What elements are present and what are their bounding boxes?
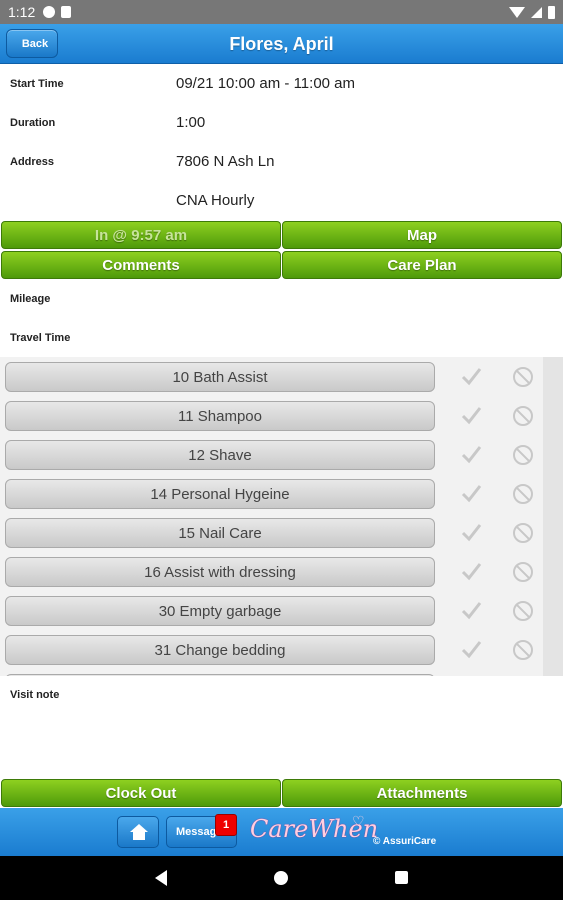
refused-icon[interactable] [513, 406, 533, 426]
visit-note-label: Visit note [10, 689, 60, 701]
task-button[interactable]: 16 Assist with dressing [5, 557, 435, 587]
start-time-label: Start Time [10, 78, 64, 90]
refused-icon[interactable] [513, 445, 533, 465]
service-type-value: CNA Hourly [176, 192, 255, 209]
status-icons [509, 5, 555, 19]
status-bar: 1:12 [0, 0, 563, 24]
check-icon[interactable] [460, 560, 482, 582]
task-button[interactable]: 10 Bath Assist [5, 362, 435, 392]
check-icon[interactable] [460, 365, 482, 387]
task-button-partial[interactable] [5, 674, 435, 676]
app-screen: 1:12 Flores, April Back Start Time 09/21… [0, 0, 563, 900]
page-title: Flores, April [229, 34, 334, 54]
refused-icon[interactable] [513, 601, 533, 621]
signal-icon [531, 6, 542, 18]
home-icon [130, 824, 148, 832]
check-icon[interactable] [460, 404, 482, 426]
address-label: Address [10, 156, 55, 168]
task-button[interactable]: 12 Shave [5, 440, 435, 470]
task-list-scrollbar[interactable] [543, 357, 563, 676]
address-value[interactable]: 7806 N Ash Ln [176, 153, 274, 170]
comments-button[interactable]: Comments [1, 251, 281, 279]
duration-label: Duration [10, 117, 56, 129]
check-icon[interactable] [460, 521, 482, 543]
refused-icon[interactable] [513, 484, 533, 504]
status-time: 1:12 [8, 4, 36, 20]
task-button[interactable]: 15 Nail Care [5, 518, 435, 548]
check-icon[interactable] [460, 599, 482, 621]
task-button[interactable]: 14 Personal Hygeine [5, 479, 435, 509]
clock-in-button[interactable]: In @ 9:57 am [1, 221, 281, 249]
heart-icon: ♡ [352, 813, 365, 829]
sd-card-icon [61, 6, 72, 18]
refused-icon[interactable] [513, 562, 533, 582]
check-icon[interactable] [460, 443, 482, 465]
refused-icon[interactable] [513, 640, 533, 660]
notification-icon [43, 6, 56, 18]
task-button[interactable]: 11 Shampoo [5, 401, 435, 431]
battery-icon [548, 5, 555, 19]
task-button[interactable]: 31 Change bedding [5, 635, 435, 665]
home-button[interactable] [117, 816, 159, 848]
back-button[interactable]: Back [6, 29, 58, 58]
check-icon[interactable] [460, 638, 482, 660]
nav-recents-icon[interactable] [395, 871, 408, 884]
header-bar: Flores, April Back [0, 24, 563, 64]
check-icon[interactable] [460, 482, 482, 504]
refused-icon[interactable] [513, 367, 533, 387]
home-icon-base [133, 832, 145, 840]
mileage-label: Mileage [10, 293, 51, 305]
care-plan-button[interactable]: Care Plan [282, 251, 562, 279]
refused-icon[interactable] [513, 523, 533, 543]
nav-back-icon[interactable] [155, 870, 167, 886]
copyright-text: © AssuriCare [373, 836, 437, 847]
duration-value: 1:00 [176, 114, 206, 131]
clock-out-button[interactable]: Clock Out [1, 779, 281, 807]
back-button-label: Back [21, 37, 49, 50]
task-button[interactable]: 30 Empty garbage [5, 596, 435, 626]
messages-badge: 1 [215, 814, 237, 836]
start-time-value: 09/21 10:00 am - 11:00 am [176, 75, 356, 92]
task-list[interactable]: 10 Bath Assist 11 Shampoo 12 Shave 14 Pe… [0, 357, 563, 676]
travel-time-label: Travel Time [10, 332, 71, 344]
map-button[interactable]: Map [282, 221, 562, 249]
wifi-icon [509, 6, 525, 18]
nav-home-icon[interactable] [274, 871, 288, 885]
android-nav-bar [0, 856, 563, 900]
attachments-button[interactable]: Attachments [282, 779, 562, 807]
